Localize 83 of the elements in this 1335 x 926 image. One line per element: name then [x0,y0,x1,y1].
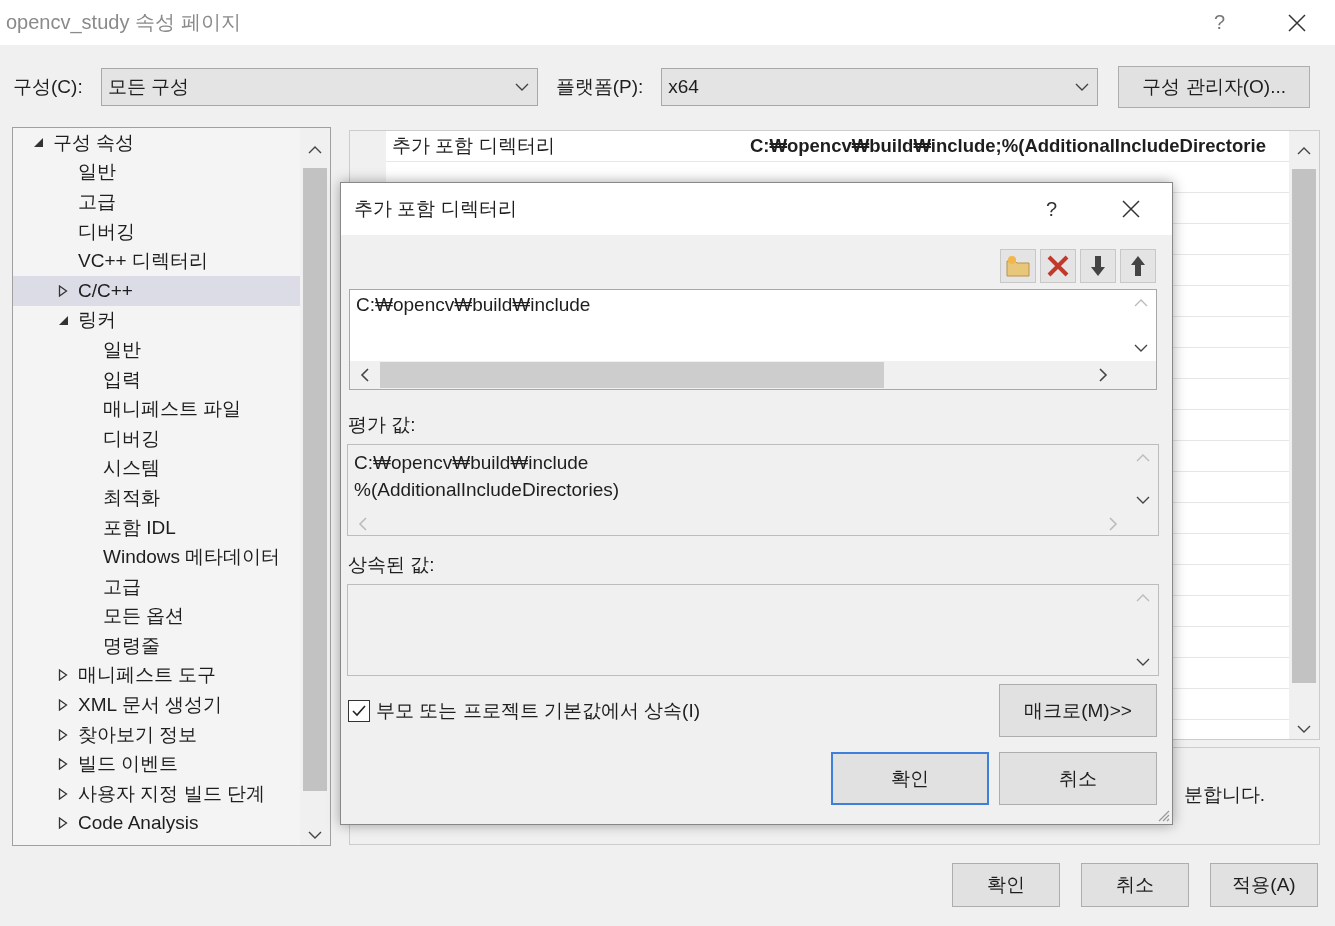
scrollbar[interactable] [1289,131,1319,739]
macro-button[interactable]: 매크로(M)>> [999,684,1157,737]
tree-item[interactable]: 고급 [13,571,300,602]
tree-item[interactable]: XML 문서 생성기 [13,690,300,720]
tree-item[interactable]: C/C++ [13,275,300,306]
move-down-button[interactable] [1080,249,1116,283]
scroll-down-icon[interactable] [308,830,322,840]
move-up-button[interactable] [1120,249,1156,283]
dialog-button[interactable]: 확인 [952,863,1060,907]
tree-item[interactable]: 빌드 이벤트 [13,749,300,780]
tree-item[interactable]: 디버깅 [13,216,300,247]
tree-item[interactable]: VC++ 디렉터리 [13,246,300,276]
tree-item[interactable]: 구성 속성 [13,128,300,158]
help-button[interactable]: ? [1045,197,1057,221]
scroll-up-icon[interactable] [308,145,322,155]
collapsed-arrow-icon[interactable] [58,669,68,682]
section-label: 평가 값: [348,413,417,437]
tree-item[interactable]: 입력 [13,364,300,395]
tree-item[interactable]: 매니페스트 파일 [13,394,300,424]
window-title: opencv_study 속성 페이지 [6,10,242,36]
tree-item[interactable]: 고급 [13,187,300,217]
description-text: 분합니다. [1182,783,1266,807]
tree-item[interactable]: 최적화 [13,483,300,513]
evaluated-line: C:₩opencv₩build₩include [354,451,590,475]
scroll-down-icon[interactable] [1297,724,1311,734]
down-arrow-icon [1089,254,1107,278]
tree-item[interactable]: 일반 [13,157,300,188]
config-manager-button[interactable]: 구성 관리자(O)... [1118,66,1311,108]
property-value[interactable]: C:₩opencv₩build₩include;%(AdditionalIncludeDirectorie [744,131,1289,161]
close-icon[interactable] [1287,12,1307,33]
scrollbar[interactable] [300,128,330,845]
tree-item[interactable]: 일반 [13,335,300,365]
scroll-down-icon[interactable] [1136,657,1150,667]
tree-item[interactable]: 링커 [13,305,300,336]
tree-item[interactable]: 매니페스트 도구 [13,660,300,691]
collapsed-arrow-icon[interactable] [58,728,68,741]
collapsed-arrow-icon[interactable] [58,787,68,800]
collapsed-arrow-icon[interactable] [58,284,68,297]
list-item[interactable]: C:₩opencv₩build₩include [356,294,1120,316]
scroll-left-icon[interactable] [360,368,370,382]
cancel-button[interactable]: 취소 [999,752,1157,805]
tree-item[interactable]: 찾아보기 정보 [13,719,300,750]
folder-icon [1005,254,1031,278]
dropdown-chevron-icon[interactable] [514,82,529,92]
platform-dropdown[interactable]: x64 [661,68,1099,106]
tree-item[interactable]: 사용자 지정 빌드 단계 [13,779,300,809]
collapsed-arrow-icon[interactable] [58,699,68,712]
dialog-title: 추가 포함 디렉터리 [354,197,518,221]
dialog-button[interactable]: 적용(A) [1210,863,1318,907]
tree-item[interactable]: 모든 옵션 [13,601,300,632]
inherit-checkbox[interactable] [348,699,370,722]
collapsed-arrow-icon[interactable] [58,817,68,830]
tree-item[interactable]: 디버깅 [13,423,300,454]
config-label: 구성(C): [13,75,83,99]
collapsed-arrow-icon[interactable] [58,758,68,771]
delete-button[interactable] [1040,249,1076,283]
scroll-right-icon[interactable] [1098,368,1108,382]
expanded-arrow-icon[interactable] [33,137,44,149]
tree-item[interactable]: Code Analysis [13,808,300,839]
delete-icon [1046,254,1070,278]
checkbox-label[interactable]: 부모 또는 프로젝트 기본값에서 상속(I) [376,697,999,724]
scroll-down-icon[interactable] [1136,495,1150,505]
up-arrow-icon [1129,254,1147,278]
tree-item[interactable]: Windows 메타데이터 [13,542,300,572]
tree-item[interactable]: 시스템 [13,453,300,484]
property-name[interactable]: 추가 포함 디렉터리 [386,131,744,161]
directory-list[interactable]: C:₩opencv₩build₩include [349,289,1157,390]
scroll-down-icon[interactable] [1134,343,1148,353]
help-button[interactable]: ? [1213,11,1225,34]
expanded-arrow-icon[interactable] [58,314,69,326]
resize-grip-icon[interactable] [1156,808,1170,822]
ok-button[interactable]: 확인 [831,752,989,805]
dialog-button[interactable]: 취소 [1081,863,1189,907]
scroll-up-icon[interactable] [1297,146,1311,156]
platform-label: 플랫폼(P): [555,75,644,99]
tree-item[interactable]: 명령줄 [13,631,300,661]
section-label: 상속된 값: [348,553,436,577]
close-icon[interactable] [1121,199,1141,219]
scroll-thumb[interactable] [380,362,884,388]
dropdown-chevron-icon[interactable] [1075,82,1090,92]
tree-item[interactable]: 포함 IDL [13,512,300,543]
evaluated-line: %(AdditionalIncludeDirectories) [354,478,621,502]
config-dropdown[interactable]: 모든 구성 [100,68,538,106]
